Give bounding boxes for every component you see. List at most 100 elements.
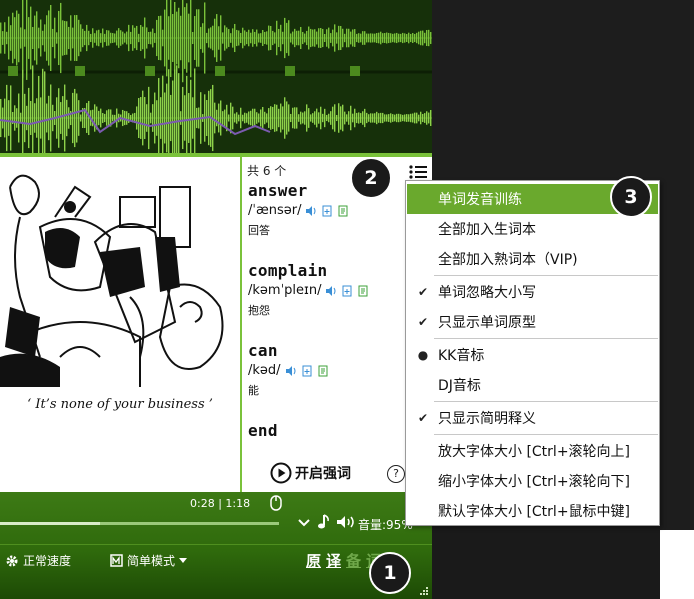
word-text[interactable]: can <box>248 341 329 360</box>
waveform-bar <box>168 16 170 60</box>
menu-divider <box>434 338 658 339</box>
waveform-bar <box>222 32 224 44</box>
waveform-bar <box>196 9 198 67</box>
menu-item-kk-phonetic[interactable]: ● KK音标 <box>407 340 658 370</box>
word-text[interactable]: end <box>248 421 278 440</box>
waveform-bar <box>262 30 264 46</box>
menu-item-show-base-form[interactable]: ✔ 只显示单词原型 <box>407 307 658 337</box>
waveform-bar <box>272 106 274 130</box>
waveform-bar <box>416 112 418 124</box>
waveform-bar <box>156 100 158 136</box>
add-notebook-icon[interactable] <box>301 365 313 377</box>
waveform-bar <box>186 75 188 155</box>
waveform-bar <box>170 0 172 78</box>
word-entry[interactable]: answer /ˈænsər/ 回答 <box>248 181 349 238</box>
waveform-bar <box>286 101 288 135</box>
word-entry[interactable]: complain /kəmˈpleɪn/ 抱怨 <box>248 261 369 318</box>
familiar-word-icon[interactable] <box>317 365 329 377</box>
waveform-bar <box>44 24 46 52</box>
add-notebook-icon[interactable] <box>341 285 353 297</box>
waveform-bar <box>254 108 256 128</box>
familiar-word-icon[interactable] <box>357 285 369 297</box>
tab-original[interactable]: 原 <box>306 550 321 571</box>
word-entry[interactable]: end <box>248 421 278 440</box>
waveform-bar <box>316 108 318 128</box>
progress-bar[interactable] <box>0 522 279 525</box>
menu-item-add-all-new-words[interactable]: 全部加入生词本 <box>407 214 658 244</box>
familiar-word-icon[interactable] <box>337 205 349 217</box>
app-window: ‘ It’s none of your business ’ 共 6 个 ans… <box>0 0 694 599</box>
waveform-bar <box>292 107 294 129</box>
waveform-bar <box>126 31 128 45</box>
waveform-panel[interactable] <box>0 0 432 155</box>
list-menu-icon[interactable] <box>409 164 427 180</box>
waveform-bar <box>158 78 160 155</box>
waveform-bar <box>418 114 420 122</box>
waveform-bar <box>222 111 224 125</box>
waveform-bar <box>186 3 188 73</box>
chevron-down-icon[interactable] <box>297 516 311 530</box>
waveform-bar <box>182 0 184 83</box>
waveform-bar <box>344 111 346 125</box>
menu-item-increase-font[interactable]: 放大字体大小 [Ctrl+滚轮向上] <box>407 436 658 466</box>
waveform-bar <box>394 33 396 43</box>
waveform-bar <box>352 113 354 123</box>
waveform-bar <box>38 27 40 49</box>
word-entry[interactable]: can /kəd/ 能 <box>248 341 329 398</box>
waveform-bar <box>206 32 208 44</box>
tab-translation[interactable]: 译 <box>326 550 341 571</box>
waveform-bar <box>388 32 390 44</box>
waveform-bar <box>358 112 360 124</box>
waveform-bar <box>240 32 242 44</box>
waveform-bar <box>228 29 230 47</box>
waveform-bar <box>228 114 230 122</box>
waveform-bar <box>4 98 6 138</box>
waveform-bar <box>4 22 6 54</box>
waveform-bar <box>258 33 260 43</box>
strong-word-button[interactable]: 开启强词 <box>270 462 351 484</box>
mode-dropdown[interactable]: 简单模式 <box>110 552 188 569</box>
word-text[interactable]: complain <box>248 261 369 280</box>
waveform-bar <box>252 29 254 47</box>
speaker-icon[interactable] <box>285 365 297 377</box>
waveform-bar <box>246 113 248 123</box>
menu-item-brief-definition[interactable]: ✔ 只显示简明释义 <box>407 403 658 433</box>
tab-notes[interactable]: 备 <box>346 550 361 571</box>
word-text[interactable]: answer <box>248 181 349 200</box>
speed-label: 正常速度 <box>23 554 72 568</box>
help-icon[interactable]: ? <box>387 465 405 483</box>
waveform-bar <box>260 109 262 127</box>
speaker-icon[interactable] <box>305 205 317 217</box>
menu-item-add-all-known-words[interactable]: 全部加入熟词本（VIP) <box>407 244 658 274</box>
waveform-bar <box>304 33 306 43</box>
waveform-bar <box>100 33 102 43</box>
speed-button[interactable]: 正常速度 <box>5 552 71 569</box>
waveform-bar <box>384 114 386 122</box>
waveform-bar <box>270 25 272 51</box>
step-badge-3: 3 <box>610 176 652 218</box>
menu-item-ignore-case[interactable]: ✔ 单词忽略大小写 <box>407 277 658 307</box>
waveform-bar <box>52 28 54 48</box>
waveform-bar <box>72 92 74 144</box>
music-note-icon[interactable] <box>316 514 330 530</box>
menu-item-decrease-font[interactable]: 缩小字体大小 [Ctrl+滚轮向下] <box>407 466 658 496</box>
waveform-bar <box>424 32 426 44</box>
speaker-icon[interactable] <box>325 285 337 297</box>
resize-grip-icon[interactable] <box>419 586 429 596</box>
waveform-bar <box>96 30 98 46</box>
waveform-bar <box>60 102 62 134</box>
add-notebook-icon[interactable] <box>321 205 333 217</box>
menu-item-default-font[interactable]: 默认字体大小 [Ctrl+鼠标中键] <box>407 496 658 526</box>
waveform-bar <box>274 32 276 44</box>
mouse-icon[interactable] <box>268 494 284 512</box>
playback-time: 0:28 | 1:18 <box>190 497 251 510</box>
waveform-bar <box>352 29 354 47</box>
waveform-bar <box>380 112 382 124</box>
menu-divider <box>434 275 658 276</box>
waveform-bar <box>204 2 206 74</box>
menu-item-dj-phonetic[interactable]: DJ音标 <box>407 370 658 400</box>
waveform-bar <box>318 112 320 124</box>
volume-icon[interactable] <box>336 515 356 529</box>
waveform-bar <box>108 30 110 46</box>
waveform-bar <box>162 75 164 155</box>
